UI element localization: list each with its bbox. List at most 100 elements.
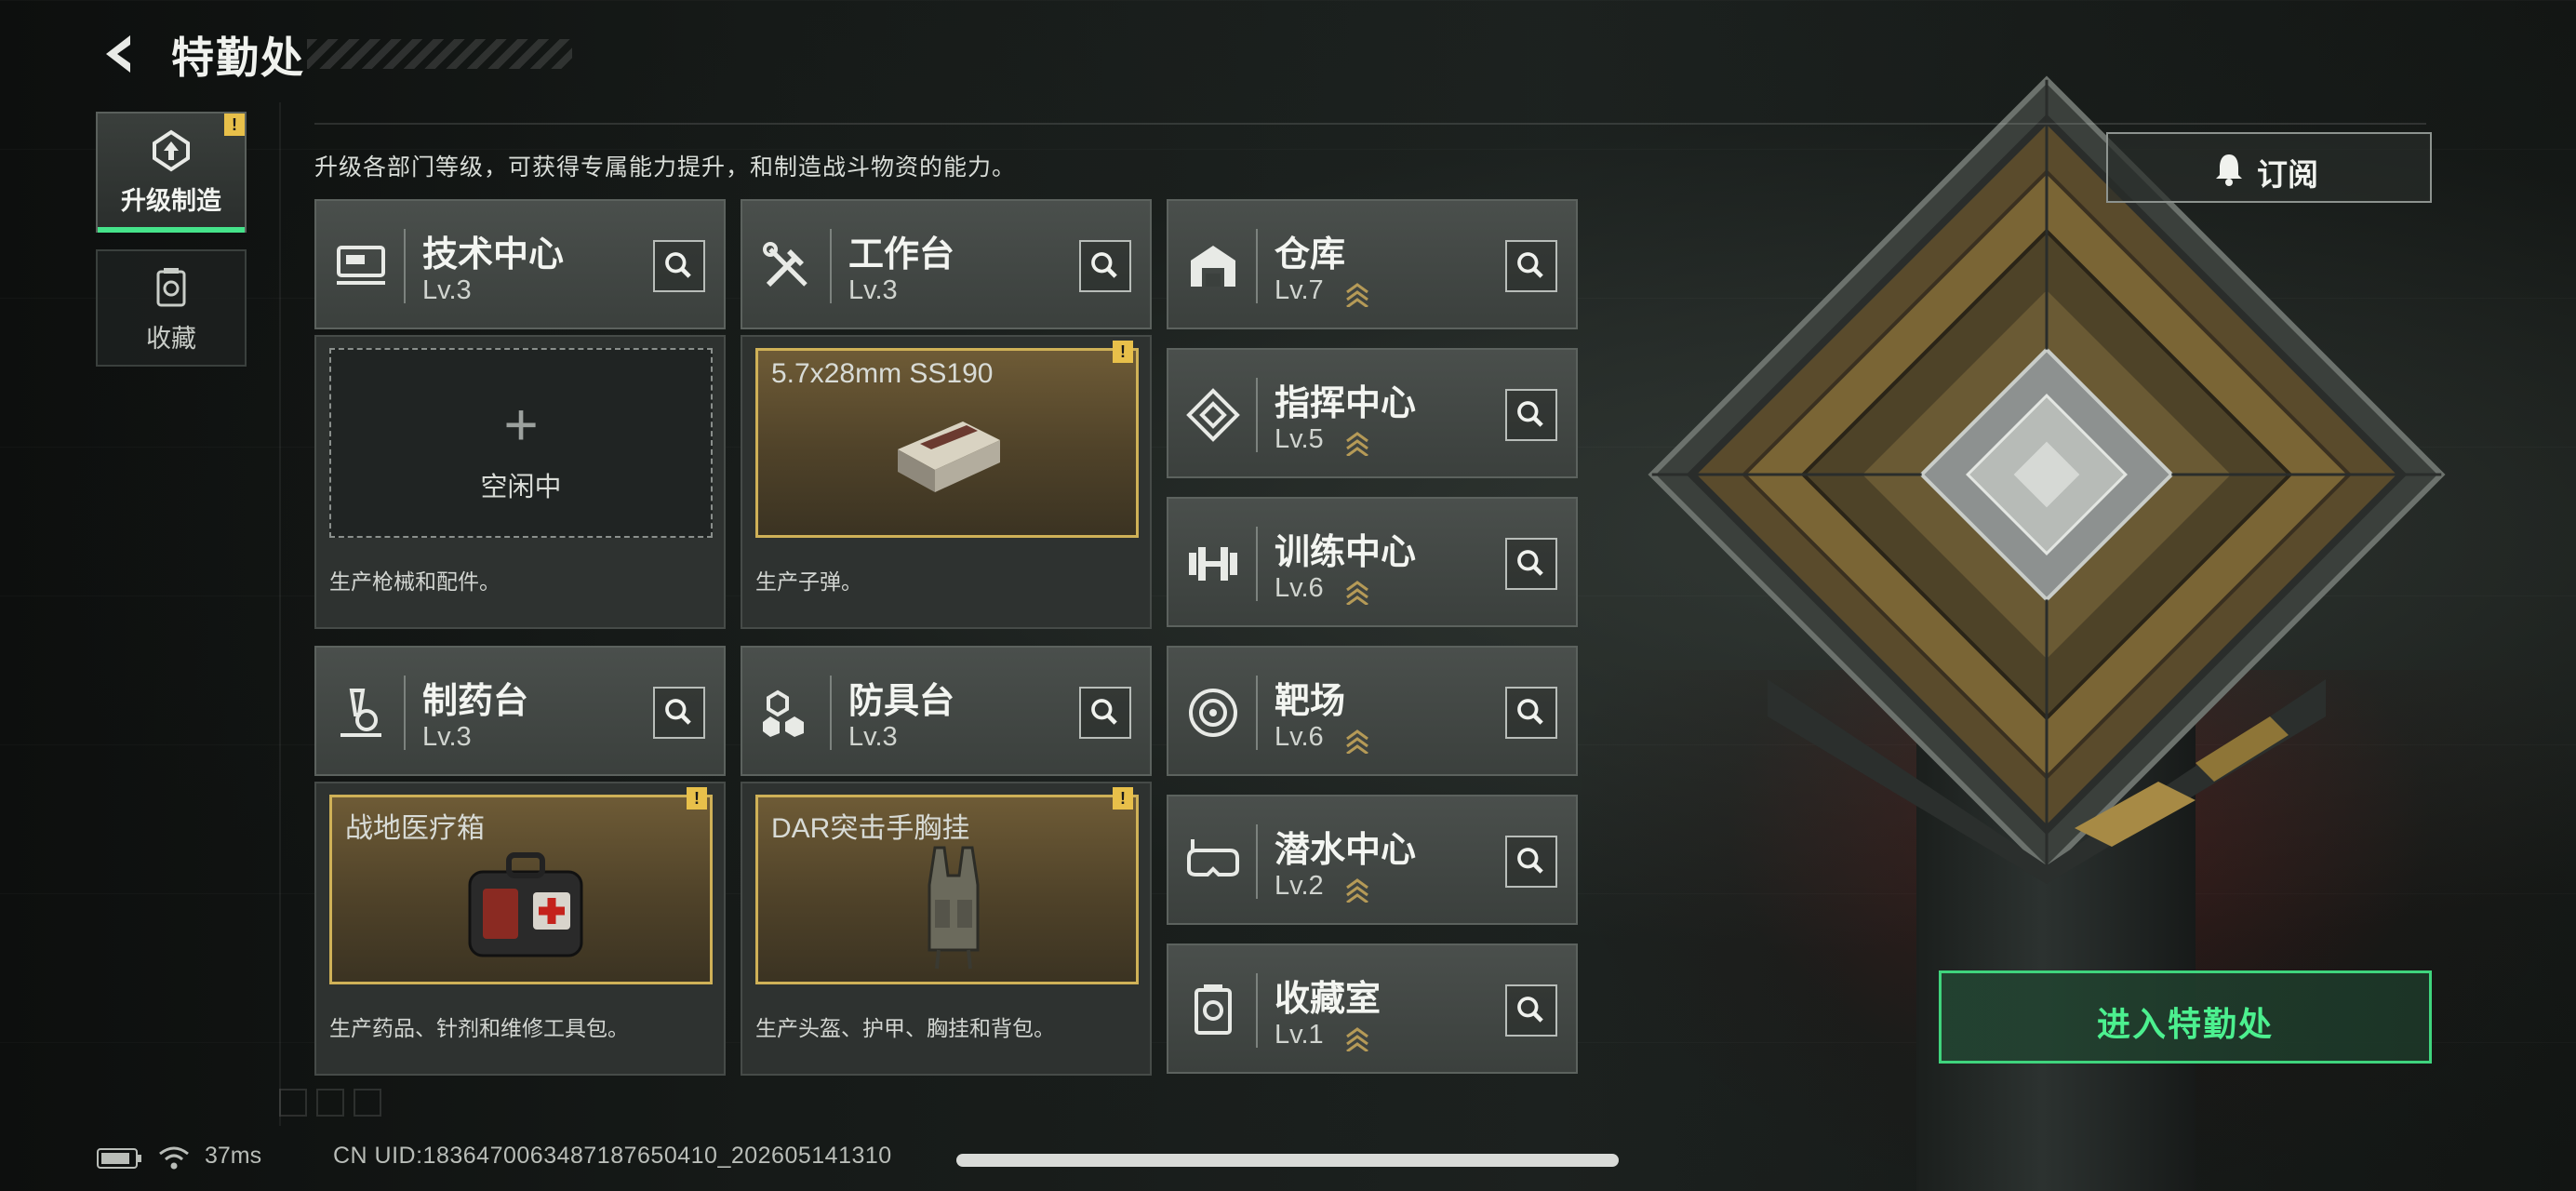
- nav-label-collection: 收藏: [146, 325, 196, 353]
- dept-level: Lv.3: [848, 275, 898, 305]
- nav-tab-collection[interactable]: 收藏: [96, 249, 247, 367]
- dumbbell-icon: [1189, 547, 1237, 581]
- rank-chevron-icon: [1346, 283, 1368, 307]
- command-center-icon: [1186, 388, 1240, 442]
- dept-command-center[interactable]: 指挥中心 Lv.5: [1167, 348, 1578, 478]
- search-icon: [1091, 252, 1117, 278]
- search-button[interactable]: [653, 240, 705, 292]
- dept-divider: [404, 229, 406, 303]
- collection-room-icon: [1195, 984, 1232, 1035]
- search-button[interactable]: [1505, 687, 1557, 739]
- warehouse-icon: [1191, 246, 1235, 287]
- dept-level: Lv.5: [1275, 424, 1324, 454]
- search-icon: [665, 252, 691, 278]
- search-icon: [1517, 252, 1543, 278]
- dept-tech-center[interactable]: 技术中心 Lv.3: [314, 199, 726, 329]
- nav-alert-badge: !: [224, 114, 245, 136]
- slot-pharmacy[interactable]: 战地医疗箱 ! 生产药品、针剂和维修工具包。: [314, 782, 726, 1076]
- slot-alert-badge: !: [1113, 787, 1133, 810]
- search-button[interactable]: [1505, 538, 1557, 590]
- dept-name: 仓库: [1275, 235, 1346, 274]
- dept-name: 训练中心: [1275, 533, 1417, 572]
- search-button[interactable]: [1505, 836, 1557, 888]
- dept-name: 指挥中心: [1275, 384, 1417, 423]
- dept-pharmacy[interactable]: 制药台 Lv.3: [314, 646, 726, 776]
- rank-chevron-icon: [1346, 878, 1368, 903]
- dept-name: 工作台: [848, 235, 955, 274]
- enter-special-ops-button[interactable]: 进入特勤处: [1939, 970, 2432, 1064]
- dept-name: 潜水中心: [1275, 831, 1417, 870]
- search-icon: [1091, 699, 1117, 725]
- screen: 特勤处 升级制造 ! 收藏 升级各部门等级，可获得专属能力提升，和制造战斗物资的…: [0, 0, 2576, 1191]
- dept-level: Lv.3: [422, 275, 472, 305]
- armor-cubes-icon: [763, 689, 804, 737]
- slot-description: 生产子弹。: [755, 569, 862, 594]
- item-card[interactable]: 5.7x28mm SS190: [755, 348, 1139, 538]
- dept-divider: [1256, 676, 1258, 750]
- home-indicator[interactable]: [956, 1154, 1619, 1167]
- dept-name: 收藏室: [1275, 980, 1381, 1019]
- nav-tab-upgrade-manufacture[interactable]: 升级制造 !: [96, 112, 247, 233]
- dept-divider: [1256, 824, 1258, 899]
- search-button[interactable]: [1079, 687, 1131, 739]
- tech-center-icon: [337, 246, 385, 285]
- search-icon: [1517, 997, 1543, 1023]
- rank-chevron-icon: [1346, 1027, 1368, 1051]
- dept-divider: [830, 676, 832, 750]
- dept-warehouse[interactable]: 仓库 Lv.7: [1167, 199, 1578, 329]
- toolbar-square: [354, 1089, 381, 1117]
- search-icon: [1517, 401, 1543, 427]
- dept-level: Lv.6: [1275, 573, 1324, 603]
- slot-armor[interactable]: DAR突击手胸挂 ! 生产头盔、护甲、胸挂和背包。: [741, 782, 1152, 1076]
- item-card[interactable]: 战地医疗箱: [329, 795, 713, 984]
- search-button[interactable]: [1079, 240, 1131, 292]
- tools-icon: [763, 242, 808, 288]
- item-card[interactable]: DAR突击手胸挂: [755, 795, 1139, 984]
- subscribe-button[interactable]: 订阅: [2106, 132, 2432, 203]
- idle-status: 空闲中: [480, 473, 562, 502]
- search-button[interactable]: [1505, 389, 1557, 441]
- user-uid: CN UID:1836470063487187650410_2026051413…: [333, 1143, 892, 1169]
- search-button[interactable]: [1505, 240, 1557, 292]
- search-button[interactable]: [653, 687, 705, 739]
- collection-box-icon: [156, 268, 186, 307]
- title-decoration: [307, 39, 572, 69]
- divider-vertical: [279, 102, 281, 1126]
- item-name: 5.7x28mm SS190: [771, 358, 994, 389]
- dept-armor[interactable]: 防具台 Lv.3: [741, 646, 1152, 776]
- search-icon: [1517, 848, 1543, 874]
- back-arrow-icon[interactable]: [93, 28, 145, 80]
- dept-divider: [1256, 973, 1258, 1048]
- nav-label-upgrade: 升级制造: [121, 187, 221, 215]
- page-title: 特勤处: [171, 33, 305, 82]
- chest-rig-image: [928, 846, 980, 970]
- dept-diving-center[interactable]: 潜水中心 Lv.2: [1167, 795, 1578, 925]
- dept-name: 防具台: [848, 682, 955, 721]
- dept-level: Lv.2: [1275, 871, 1324, 901]
- search-icon: [665, 699, 691, 725]
- dept-name: 制药台: [422, 682, 529, 721]
- toolbar-square: [279, 1089, 307, 1117]
- slot-alert-badge: !: [687, 787, 707, 810]
- dept-level: Lv.3: [422, 722, 472, 752]
- dept-divider: [1256, 378, 1258, 452]
- search-icon: [1517, 550, 1543, 576]
- idle-slot-card[interactable]: + 空闲中: [329, 348, 713, 538]
- dept-shooting-range[interactable]: 靶场 Lv.6: [1167, 646, 1578, 776]
- dept-collection-room[interactable]: 收藏室 Lv.1: [1167, 943, 1578, 1074]
- target-icon: [1189, 689, 1237, 737]
- slot-description: 生产药品、针剂和维修工具包。: [329, 1016, 629, 1040]
- dept-divider: [1256, 229, 1258, 303]
- dept-workbench[interactable]: 工作台 Lv.3: [741, 199, 1152, 329]
- search-icon: [1517, 699, 1543, 725]
- slot-workbench[interactable]: 5.7x28mm SS190 ! 生产子弹。: [741, 335, 1152, 629]
- dept-level: Lv.3: [848, 722, 898, 752]
- bottom-toolbar-decoration: [279, 1089, 447, 1120]
- divider-horizontal: [314, 123, 2426, 125]
- search-button[interactable]: [1505, 984, 1557, 1037]
- battery-icon: [97, 1148, 141, 1169]
- dept-training-center[interactable]: 训练中心 Lv.6: [1167, 497, 1578, 627]
- slot-tech-center[interactable]: + 空闲中 生产枪械和配件。: [314, 335, 726, 629]
- dept-level: Lv.7: [1275, 275, 1324, 305]
- slot-alert-badge: !: [1113, 341, 1133, 363]
